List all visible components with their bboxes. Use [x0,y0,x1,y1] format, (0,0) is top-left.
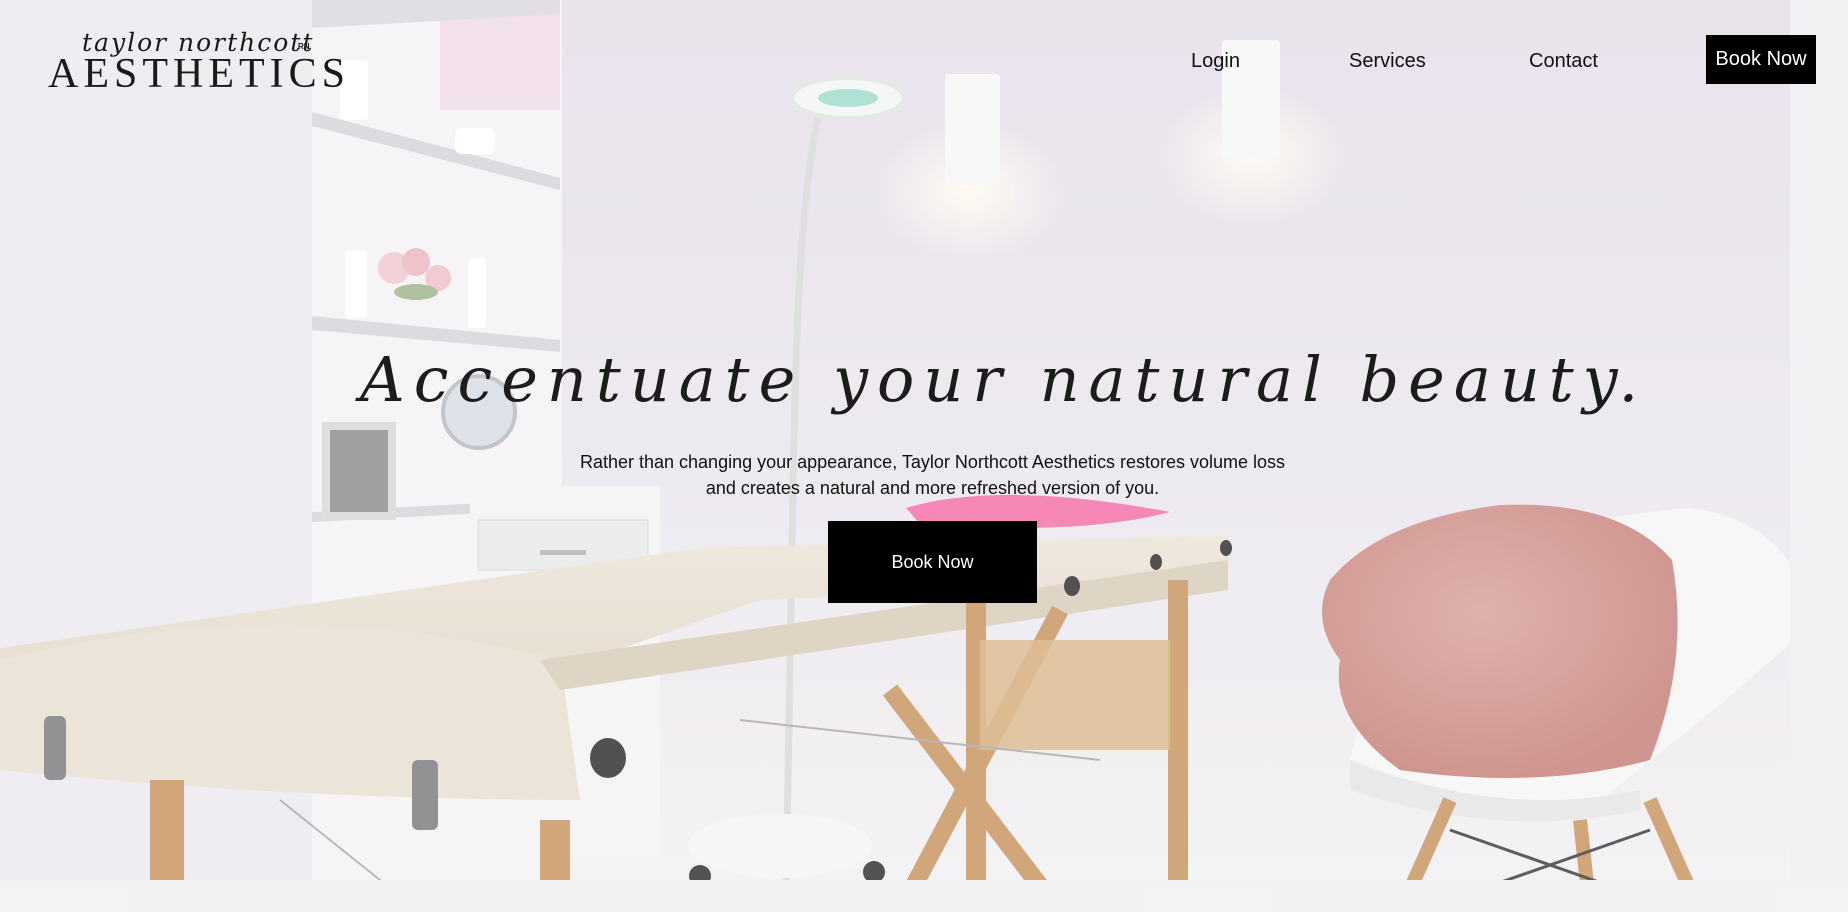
site-logo[interactable]: taylor northcott RN AESTHETICS [48,30,350,97]
logo-rn-text: RN [298,42,310,51]
hero-description: Rather than changing your appearance, Ta… [579,452,1286,498]
hero-title: Accentuate your natural beauty. [360,343,1648,416]
nav-services-link[interactable]: Services [1349,48,1426,74]
nav-login-link[interactable]: Login [1191,48,1240,74]
nav-contact-link[interactable]: Contact [1529,48,1598,74]
logo-wordmark: AESTHETICS [48,51,350,97]
hero-book-now-button[interactable]: Book Now [828,521,1037,603]
site-header: taylor northcott RN AESTHETICS Login Ser… [0,0,1848,120]
header-book-now-button[interactable]: Book Now [1706,35,1816,84]
